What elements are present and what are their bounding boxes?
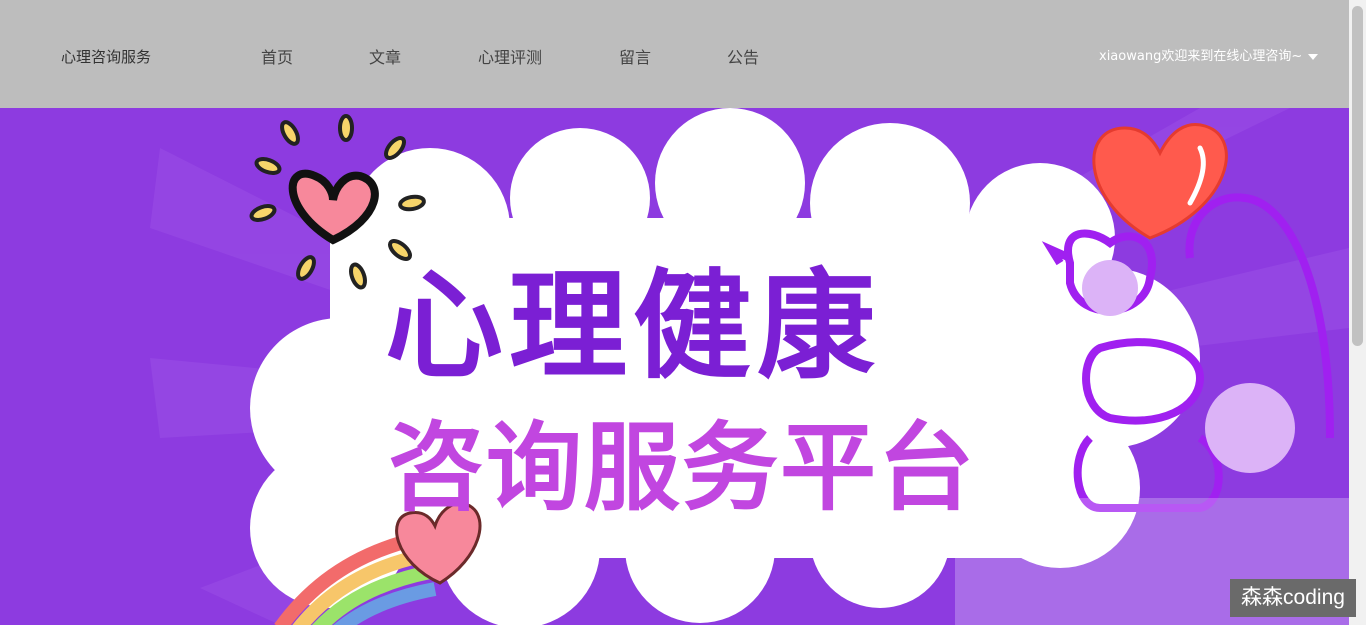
nav-item-announcements[interactable]: 公告 — [727, 44, 759, 68]
hero-banner: 心理健康 咨询服务平台 — [0, 108, 1349, 625]
scrollbar-thumb[interactable] — [1352, 6, 1363, 346]
watermark-label: 森森coding — [1230, 579, 1356, 617]
nav-item-home[interactable]: 首页 — [261, 44, 293, 68]
banner-subtitle: 咨询服务平台 — [388, 412, 976, 524]
caret-down-icon — [1308, 53, 1319, 60]
nav-item-assessment[interactable]: 心理评测 — [478, 44, 542, 68]
banner-title: 心理健康 — [385, 257, 882, 395]
nav-item-articles[interactable]: 文章 — [369, 44, 401, 68]
user-menu-dropdown[interactable]: xiaowang欢迎来到在线心理咨询~ — [1099, 45, 1319, 64]
site-brand[interactable]: 心理咨询服务 — [61, 46, 151, 67]
top-navbar: 心理咨询服务 首页 文章 心理评测 留言 公告 xiaowang欢迎来到在线心理… — [0, 0, 1349, 108]
nav-item-messages[interactable]: 留言 — [619, 44, 651, 68]
page-scrollbar[interactable] — [1349, 0, 1366, 625]
user-greeting: xiaowang欢迎来到在线心理咨询~ — [1099, 49, 1303, 64]
